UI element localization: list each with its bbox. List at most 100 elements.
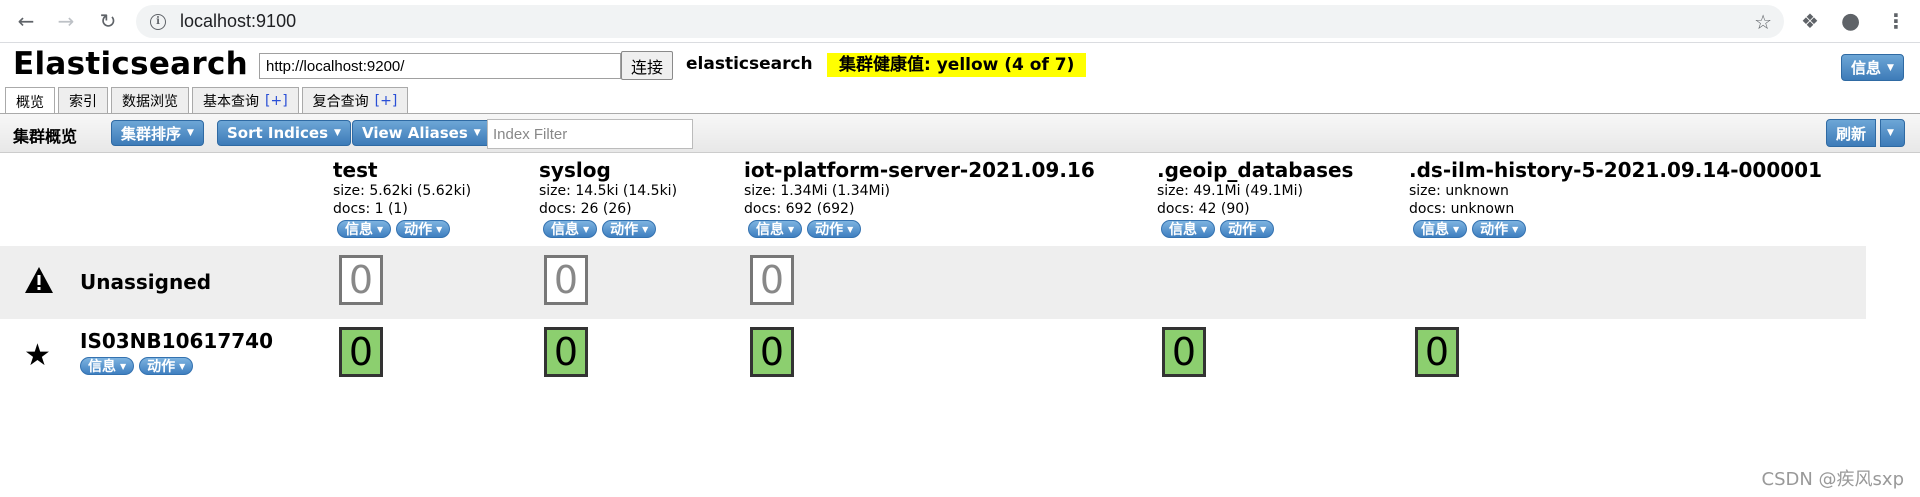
info-button-label: 信息	[1851, 59, 1882, 77]
app-title: Elasticsearch	[13, 46, 249, 82]
shard-started[interactable]: 0	[339, 327, 383, 377]
browser-menu-icon[interactable]: ⋮	[1886, 9, 1906, 33]
tab-overview[interactable]: 概览	[5, 87, 55, 115]
caret-down-icon: ▼	[1887, 62, 1894, 73]
button-label: 动作	[610, 222, 639, 238]
index-action-button[interactable]: 动作 ▼	[1472, 220, 1527, 238]
index-docs: docs: 1 (1)	[333, 201, 408, 217]
info-dropdown-button[interactable]: 信息 ▼	[1841, 54, 1904, 81]
button-label: 集群排序	[121, 124, 182, 143]
tab-browser[interactable]: 数据浏览	[111, 87, 189, 114]
unassigned-row: Unassigned 0 0 0	[0, 246, 1866, 319]
button-label: 信息	[551, 222, 579, 238]
index-size: size: 14.5ki (14.5ki)	[539, 183, 678, 199]
index-info-button[interactable]: 信息 ▼	[748, 220, 803, 238]
index-docs: docs: 692 (692)	[744, 201, 855, 217]
index-action-button[interactable]: 动作 ▼	[396, 220, 451, 238]
main-tabs: 概览 索引 数据浏览 基本查询 [+] 复合查询 [+]	[5, 87, 411, 115]
refresh-button[interactable]: 刷新	[1826, 119, 1877, 147]
shard-unassigned[interactable]: 0	[750, 255, 794, 305]
sort-cluster-button[interactable]: 集群排序 ▼	[111, 120, 204, 146]
sort-indices-button[interactable]: Sort Indices ▼	[217, 120, 351, 146]
tab-compound-query[interactable]: 复合查询 [+]	[301, 87, 409, 114]
caret-down-icon: ▼	[847, 225, 854, 234]
button-label: 动作	[404, 222, 433, 238]
button-label: 信息	[88, 359, 116, 375]
index-action-button[interactable]: 动作 ▼	[602, 220, 657, 238]
caret-down-icon: ▼	[334, 128, 341, 138]
tab-label: 数据浏览	[122, 94, 178, 110]
shard-started[interactable]: 0	[750, 327, 794, 377]
index-filter-input[interactable]	[487, 119, 693, 149]
tab-add-link[interactable]: [+]	[265, 93, 288, 109]
index-size: size: 1.34Mi (1.34Mi)	[744, 183, 890, 199]
caret-down-icon: ▼	[642, 225, 649, 234]
shard-started[interactable]: 0	[1162, 327, 1206, 377]
index-size: size: 49.1Mi (49.1Mi)	[1157, 183, 1303, 199]
button-label: 信息	[345, 222, 373, 238]
caret-down-icon: ▼	[1453, 225, 1460, 234]
caret-down-icon: ▼	[1260, 225, 1267, 234]
caret-down-icon: ▼	[583, 225, 590, 234]
index-docs: docs: unknown	[1409, 201, 1515, 217]
caret-down-icon: ▼	[1201, 225, 1208, 234]
index-column-geoip: .geoip_databases size: 49.1Mi (49.1Mi) d…	[1157, 158, 1353, 238]
index-action-button[interactable]: 动作 ▼	[807, 220, 862, 238]
button-label: View Aliases	[362, 124, 468, 142]
shard-unassigned[interactable]: 0	[544, 255, 588, 305]
node-action-button[interactable]: 动作 ▼	[139, 357, 194, 375]
index-column-ds-ilm-history: .ds-ilm-history-5-2021.09.14-000001 size…	[1409, 158, 1822, 238]
index-info-button[interactable]: 信息 ▼	[337, 220, 392, 238]
address-bar[interactable]: i localhost:9100 ☆	[136, 5, 1784, 38]
caret-down-icon: ▼	[1887, 128, 1894, 138]
index-name: test	[333, 158, 378, 182]
index-action-button[interactable]: 动作 ▼	[1220, 220, 1275, 238]
tab-label: 索引	[69, 94, 97, 110]
view-aliases-button[interactable]: View Aliases ▼	[352, 120, 491, 146]
caret-down-icon: ▼	[473, 128, 481, 138]
reload-icon[interactable]: ↻	[97, 9, 119, 33]
connect-button[interactable]: 连接	[621, 51, 673, 80]
tab-label: 基本查询	[203, 94, 259, 110]
tab-indices[interactable]: 索引	[58, 87, 108, 114]
index-info-button[interactable]: 信息 ▼	[1161, 220, 1216, 238]
button-label: 动作	[147, 359, 176, 375]
back-arrow-icon[interactable]: ←	[15, 9, 37, 33]
caret-down-icon: ▼	[377, 225, 384, 234]
unassigned-label: Unassigned	[80, 270, 212, 294]
overview-toolbar: 集群概览 集群排序 ▼ Sort Indices ▼ View Aliases …	[0, 114, 1920, 153]
extensions-puzzle-icon[interactable]: ❖	[1801, 9, 1819, 33]
address-url[interactable]: localhost:9100	[180, 11, 296, 32]
refresh-options-button[interactable]: ▼	[1880, 119, 1905, 147]
index-size: size: 5.62ki (5.62ki)	[333, 183, 472, 199]
index-name: syslog	[539, 158, 611, 182]
warning-icon	[24, 266, 54, 301]
overview-title: 集群概览	[13, 127, 78, 146]
bookmark-star-icon[interactable]: ☆	[1754, 10, 1772, 34]
shard-started[interactable]: 0	[544, 327, 588, 377]
button-label: 动作	[815, 222, 844, 238]
shard-started[interactable]: 0	[1415, 327, 1459, 377]
index-name: .geoip_databases	[1157, 158, 1354, 182]
index-info-button[interactable]: 信息 ▼	[1413, 220, 1468, 238]
tab-basic-query[interactable]: 基本查询 [+]	[192, 87, 299, 114]
tab-add-link[interactable]: [+]	[375, 93, 398, 109]
forward-arrow-icon[interactable]: →	[55, 9, 77, 33]
caret-down-icon: ▼	[1512, 225, 1519, 234]
button-label: Sort Indices	[227, 124, 329, 142]
shard-unassigned[interactable]: 0	[339, 255, 383, 305]
index-column-iot-platform: iot-platform-server-2021.09.16 size: 1.3…	[744, 158, 1095, 238]
profile-avatar-icon[interactable]: ●	[1841, 9, 1860, 34]
button-label: 刷新	[1836, 124, 1867, 143]
button-label: 动作	[1480, 222, 1509, 238]
site-info-icon[interactable]: i	[150, 13, 166, 30]
node-info-button[interactable]: 信息 ▼	[80, 357, 135, 375]
index-size: size: unknown	[1409, 183, 1509, 199]
caret-down-icon: ▼	[788, 225, 795, 234]
index-info-button[interactable]: 信息 ▼	[543, 220, 598, 238]
node-row: ★ IS03NB10617740 信息 ▼ 动作 ▼ 0 0 0 0 0	[0, 319, 1866, 389]
cluster-health-badge: 集群健康值: yellow (4 of 7)	[827, 53, 1087, 77]
cluster-url-input[interactable]	[259, 53, 621, 79]
index-docs: docs: 26 (26)	[539, 201, 632, 217]
tab-label: 概览	[16, 94, 44, 111]
